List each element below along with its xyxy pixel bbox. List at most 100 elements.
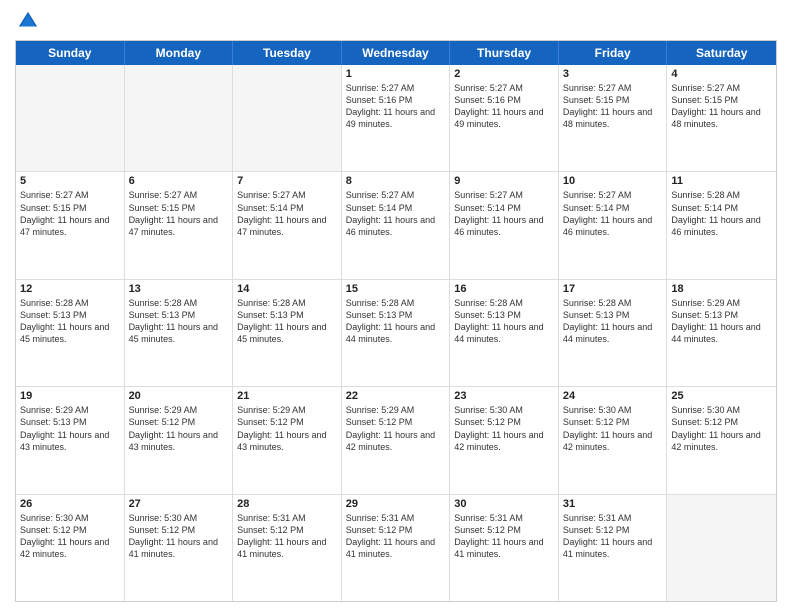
cell-text: Sunrise: 5:28 AMSunset: 5:13 PMDaylight:… [20,297,120,346]
calendar-row: 5Sunrise: 5:27 AMSunset: 5:15 PMDaylight… [16,172,776,279]
calendar-header-cell: Friday [559,41,668,65]
cell-text: Sunrise: 5:31 AMSunset: 5:12 PMDaylight:… [237,512,337,561]
day-number: 28 [237,498,337,510]
calendar-cell: 24Sunrise: 5:30 AMSunset: 5:12 PMDayligh… [559,387,668,493]
day-number: 20 [129,390,229,402]
day-number: 16 [454,283,554,295]
cell-text: Sunrise: 5:28 AMSunset: 5:13 PMDaylight:… [237,297,337,346]
day-number: 11 [671,175,772,187]
calendar-cell: 10 Sunrise: 5:27 AMSunset: 5:14 PMDayligh… [559,172,668,278]
day-number: 17 [563,283,663,295]
calendar-header-cell: Saturday [667,41,776,65]
calendar-cell [125,65,234,171]
calendar-cell: 2 Sunrise: 5:27 AMSunset: 5:16 PMDaylight… [450,65,559,171]
day-number: 26 [20,498,120,510]
calendar-row: 26 Sunrise: 5:30 AMSunset: 5:12 PMDayligh… [16,495,776,601]
day-number: 6 [129,175,229,187]
calendar-row: 19 Sunrise: 5:29 AMSunset: 5:13 PMDayligh… [16,387,776,494]
cell-text: Sunrise: 5:31 AMSunset: 5:12 PMDaylight:… [454,512,554,561]
calendar-body: 1 Sunrise: 5:27 AMSunset: 5:16 PMDaylight… [16,65,776,601]
calendar: SundayMondayTuesdayWednesdayThursdayFrid… [15,40,777,602]
day-number: 21 [237,390,337,402]
cell-text: Sunrise: 5:31 AMSunset: 5:12 PMDaylight:… [563,512,663,561]
cell-text: Sunrise: 5:28 AMSunset: 5:13 PMDaylight:… [346,297,446,346]
calendar-cell: 18 Sunrise: 5:29 AMSunset: 5:13 PMDayligh… [667,280,776,386]
logo [15,10,39,32]
cell-text: Sunrise: 5:28 AMSunset: 5:13 PMDaylight:… [129,297,229,346]
day-number: 18 [671,283,772,295]
calendar-header-cell: Sunday [16,41,125,65]
header [15,10,777,32]
day-number: 10 [563,175,663,187]
calendar-cell: 28 Sunrise: 5:31 AMSunset: 5:12 PMDayligh… [233,495,342,601]
page: SundayMondayTuesdayWednesdayThursdayFrid… [0,0,792,612]
cell-text: Sunrise: 5:27 AMSunset: 5:14 PMDaylight:… [346,189,446,238]
day-number: 27 [129,498,229,510]
calendar-cell: 21 Sunrise: 5:29 AMSunset: 5:12 PMDayligh… [233,387,342,493]
logo-icon [17,10,39,32]
day-number: 7 [237,175,337,187]
day-number: 2 [454,68,554,80]
cell-text: Sunrise: 5:27 AMSunset: 5:16 PMDaylight:… [454,82,554,131]
calendar-cell: 19 Sunrise: 5:29 AMSunset: 5:13 PMDayligh… [16,387,125,493]
calendar-cell: 7 Sunrise: 5:27 AMSunset: 5:14 PMDaylight… [233,172,342,278]
calendar-cell: 17 Sunrise: 5:28 AMSunset: 5:13 PMDayligh… [559,280,668,386]
cell-text: Sunrise: 5:27 AMSunset: 5:15 PMDaylight:… [20,189,120,238]
calendar-header-cell: Monday [125,41,234,65]
day-number: 15 [346,283,446,295]
calendar-cell: 26 Sunrise: 5:30 AMSunset: 5:12 PMDayligh… [16,495,125,601]
day-number: 31 [563,498,663,510]
cell-text: Sunrise: 5:30 AMSunset: 5:12 PMDaylight:… [671,404,772,453]
day-number: 14 [237,283,337,295]
cell-text: Sunrise: 5:29 AMSunset: 5:12 PMDaylight:… [237,404,337,453]
calendar-cell: 29 Sunrise: 5:31 AMSunset: 5:12 PMDayligh… [342,495,451,601]
calendar-cell: 23Sunrise: 5:30 AMSunset: 5:12 PMDayligh… [450,387,559,493]
calendar-cell: 5Sunrise: 5:27 AMSunset: 5:15 PMDaylight… [16,172,125,278]
day-number: 1 [346,68,446,80]
calendar-cell: 11 Sunrise: 5:28 AMSunset: 5:14 PMDayligh… [667,172,776,278]
calendar-cell: 6Sunrise: 5:27 AMSunset: 5:15 PMDaylight… [125,172,234,278]
cell-text: Sunrise: 5:27 AMSunset: 5:15 PMDaylight:… [671,82,772,131]
cell-text: Sunrise: 5:27 AMSunset: 5:14 PMDaylight:… [563,189,663,238]
day-number: 19 [20,390,120,402]
cell-text: Sunrise: 5:27 AMSunset: 5:14 PMDaylight:… [237,189,337,238]
cell-text: Sunrise: 5:29 AMSunset: 5:13 PMDaylight:… [671,297,772,346]
cell-text: Sunrise: 5:29 AMSunset: 5:13 PMDaylight:… [20,404,120,453]
cell-text: Sunrise: 5:27 AMSunset: 5:15 PMDaylight:… [563,82,663,131]
calendar-cell: 1 Sunrise: 5:27 AMSunset: 5:16 PMDaylight… [342,65,451,171]
calendar-cell [16,65,125,171]
cell-text: Sunrise: 5:30 AMSunset: 5:12 PMDaylight:… [129,512,229,561]
cell-text: Sunrise: 5:28 AMSunset: 5:13 PMDaylight:… [454,297,554,346]
day-number: 22 [346,390,446,402]
day-number: 30 [454,498,554,510]
day-number: 25 [671,390,772,402]
calendar-row: 12Sunrise: 5:28 AMSunset: 5:13 PMDayligh… [16,280,776,387]
calendar-cell: 15 Sunrise: 5:28 AMSunset: 5:13 PMDayligh… [342,280,451,386]
cell-text: Sunrise: 5:29 AMSunset: 5:12 PMDaylight:… [346,404,446,453]
day-number: 13 [129,283,229,295]
calendar-cell: 31 Sunrise: 5:31 AMSunset: 5:12 PMDayligh… [559,495,668,601]
day-number: 9 [454,175,554,187]
calendar-cell: 13 Sunrise: 5:28 AMSunset: 5:13 PMDayligh… [125,280,234,386]
cell-text: Sunrise: 5:27 AMSunset: 5:16 PMDaylight:… [346,82,446,131]
day-number: 24 [563,390,663,402]
calendar-cell: 8Sunrise: 5:27 AMSunset: 5:14 PMDaylight… [342,172,451,278]
day-number: 29 [346,498,446,510]
cell-text: Sunrise: 5:28 AMSunset: 5:14 PMDaylight:… [671,189,772,238]
calendar-cell: 14 Sunrise: 5:28 AMSunset: 5:13 PMDayligh… [233,280,342,386]
cell-text: Sunrise: 5:31 AMSunset: 5:12 PMDaylight:… [346,512,446,561]
calendar-cell: 20 Sunrise: 5:29 AMSunset: 5:12 PMDayligh… [125,387,234,493]
calendar-cell: 9 Sunrise: 5:27 AMSunset: 5:14 PMDaylight… [450,172,559,278]
calendar-header-cell: Thursday [450,41,559,65]
calendar-row: 1 Sunrise: 5:27 AMSunset: 5:16 PMDaylight… [16,65,776,172]
calendar-header-cell: Wednesday [342,41,451,65]
calendar-cell: 22 Sunrise: 5:29 AMSunset: 5:12 PMDayligh… [342,387,451,493]
cell-text: Sunrise: 5:28 AMSunset: 5:13 PMDaylight:… [563,297,663,346]
cell-text: Sunrise: 5:27 AMSunset: 5:14 PMDaylight:… [454,189,554,238]
calendar-cell [233,65,342,171]
cell-text: Sunrise: 5:29 AMSunset: 5:12 PMDaylight:… [129,404,229,453]
day-number: 4 [671,68,772,80]
cell-text: Sunrise: 5:30 AMSunset: 5:12 PMDaylight:… [20,512,120,561]
cell-text: Sunrise: 5:30 AMSunset: 5:12 PMDaylight:… [454,404,554,453]
calendar-cell: 3Sunrise: 5:27 AMSunset: 5:15 PMDaylight… [559,65,668,171]
